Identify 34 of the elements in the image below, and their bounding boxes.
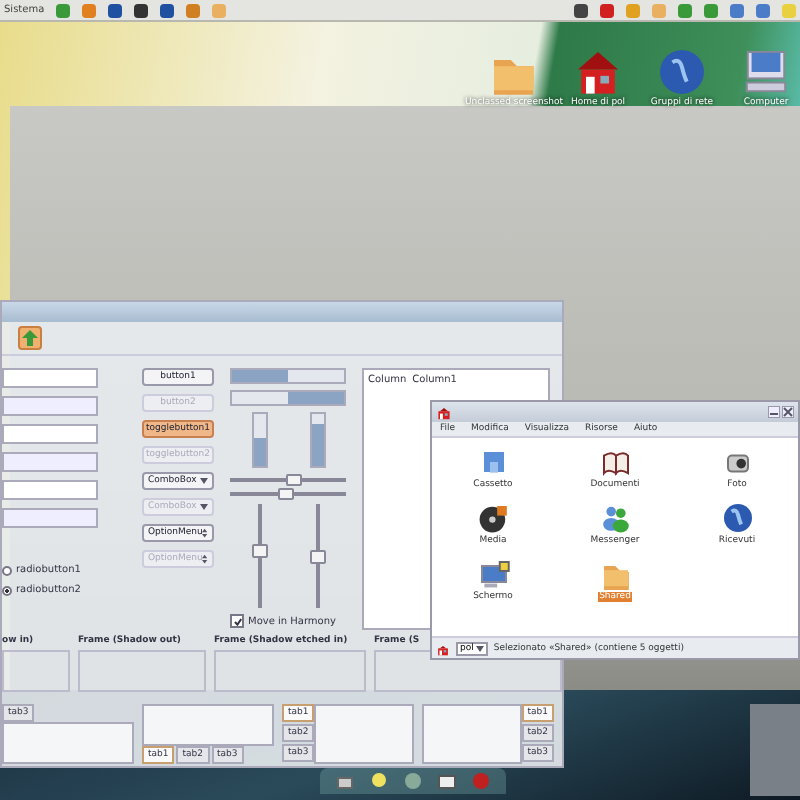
slider-handle[interactable] [277, 488, 294, 501]
radio-button[interactable] [2, 585, 12, 595]
text-entry[interactable] [2, 480, 98, 500]
caret-icon [475, 645, 484, 651]
people-icon [599, 502, 631, 534]
disc-icon [477, 502, 509, 534]
home-icon [574, 48, 622, 96]
book-icon [599, 446, 631, 478]
checkbox[interactable] [230, 614, 244, 628]
window-icon[interactable] [438, 772, 456, 790]
frame [78, 650, 206, 692]
updown-icon [202, 528, 208, 538]
updown-icon [202, 554, 208, 564]
caret-icon [200, 504, 208, 510]
combo-entry[interactable] [2, 368, 98, 388]
slider-handle[interactable] [285, 473, 302, 486]
combo-entry[interactable] [2, 424, 98, 444]
window-thumbnail[interactable] [750, 704, 800, 796]
printer-icon[interactable] [336, 772, 354, 790]
arrow-up-icon [22, 330, 38, 346]
computer-icon [742, 48, 790, 96]
frame [2, 650, 70, 692]
radio-button[interactable] [2, 565, 12, 575]
home-icon [436, 404, 452, 420]
notebook-page [142, 704, 274, 746]
caret-icon [200, 478, 208, 484]
home-icon [436, 641, 450, 655]
minimize-icon [768, 406, 780, 418]
screen-icon [477, 558, 509, 590]
close-icon [782, 406, 794, 418]
slider-handle[interactable] [309, 550, 325, 564]
slider-handle[interactable] [251, 544, 267, 559]
toolbar-button[interactable] [18, 326, 42, 350]
check-icon [233, 617, 241, 625]
